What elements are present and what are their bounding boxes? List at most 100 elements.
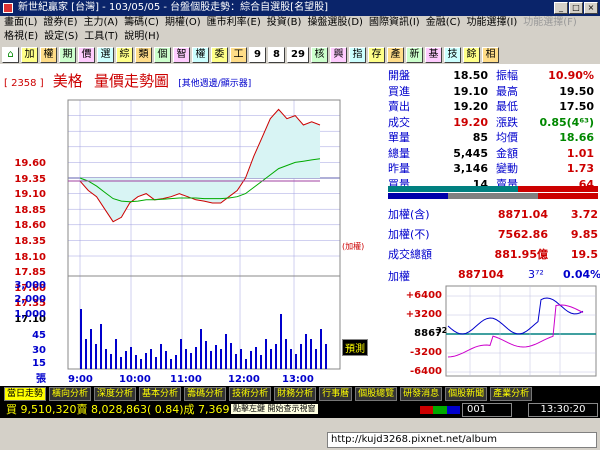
volume-bar [195,347,197,369]
volume-bar [205,341,207,369]
volume-bar [95,344,97,369]
stock-name: 美格 [52,72,83,90]
toolbar-button[interactable]: 指 [349,47,366,63]
title-bar: 新世紀贏家 [台灣] - 103/05/05 - 台盤個股走勢：綜合自選股[名望… [0,0,600,16]
menu-item[interactable]: 功能選擇(I) [467,17,518,28]
volume-bar [320,329,322,369]
toolbar-button[interactable]: 餘 [463,47,480,63]
volume-tick-label: 張 [36,374,46,385]
volume-bar [235,354,237,369]
home-icon[interactable]: ⌂ [2,47,19,63]
toolbar-button[interactable]: 權 [40,47,57,63]
quote-row: 賣出 19.20 最低 17.50 [388,99,598,115]
volume-bar [125,351,127,369]
menu-item[interactable]: 主力(A) [84,17,119,28]
volume-bar [200,329,202,369]
quote-value: 19.20 [453,115,488,129]
quote-value: 1.01 [566,146,594,160]
analysis-tab[interactable]: 個股新聞 [445,387,488,401]
mini-change: 3⁷² [528,268,544,281]
code-input[interactable]: 001 [462,403,512,417]
toolbar-button[interactable]: 興 [330,47,347,63]
sector-link[interactable]: [其他週邊/顯示器] [178,79,251,89]
menu-item[interactable]: 投資(B) [267,17,302,28]
quote-value: 19.20 [453,100,488,113]
analysis-tab[interactable]: 研發消息 [400,387,443,401]
toolbar-button[interactable]: 個 [154,47,171,63]
quote-key: 金額 [496,146,518,160]
toolbar-button[interactable]: 類 [135,47,152,63]
volume-bar [220,349,222,369]
index-row: 加權(含) 8871.04 3.72 [388,205,598,225]
analysis-tab[interactable]: 基本分析 [139,387,182,401]
volume-bar [210,351,212,369]
analysis-tab[interactable]: 個股總覽 [355,387,398,401]
analysis-tab[interactable]: 當日走勢 [4,387,47,401]
toolbar-button[interactable]: 期 [59,47,76,63]
toolbar-button[interactable]: 價 [78,47,95,63]
quote-key: 賣出 [388,100,410,113]
toolbar-button[interactable]: 基 [425,47,442,63]
toolbar-button[interactable]: 權 [192,47,209,63]
quote-key: 總量 [388,146,410,160]
analysis-tab[interactable]: 橫向分析 [49,387,92,401]
menu-item[interactable]: 設定(S) [44,31,78,42]
volume-bar [135,355,137,369]
menu-item[interactable]: 金融(C) [426,17,461,28]
menu-item[interactable]: 期權(O) [165,17,201,28]
analysis-tab[interactable]: 行事曆 [319,387,353,401]
analysis-tab[interactable]: 財務分析 [274,387,317,401]
y-tick-label: 18.10 [14,251,46,263]
menu-row-1: 畫面(L) 證券(E) 主力(A) 籌碼(C) 期權(O) 匯市利率(E) 投資(B) 操盤選… [0,16,600,30]
analysis-tab[interactable]: 技術分析 [229,387,272,401]
maximize-button[interactable]: □ [569,2,583,14]
y-tick-label: 18.60 [14,220,46,232]
quote-key: 成交 [388,115,410,129]
index-change: 19.5 [570,248,598,261]
toolbar-button[interactable]: 核 [311,47,328,63]
toolbar-button[interactable]: 委 [211,47,228,63]
menu-item[interactable]: 說明(H) [124,31,159,42]
close-button[interactable]: × [584,2,598,14]
menu-item[interactable]: 工具(T) [84,31,118,42]
volume-tick-label: 15 [32,358,46,369]
signal-indicator [420,406,460,414]
toolbar-button[interactable]: 工 [230,47,247,63]
window-title: 新世紀贏家 [台灣] - 103/05/05 - 台盤個股走勢：綜合自選股[名望… [18,2,328,13]
volume-tick-label: 30 [32,345,46,356]
mini-marker: 32 [436,326,448,335]
toolbar-button[interactable]: 9 [249,47,266,63]
url-field[interactable]: http://kujd3268.pixnet.net/album [327,432,597,448]
quote-value: 18.66 [559,131,594,144]
minimize-button[interactable]: _ [554,2,568,14]
menu-item[interactable]: 操盤選股(D) [307,17,363,28]
toolbar-button[interactable]: 技 [444,47,461,63]
toolbar-button[interactable]: 選 [97,47,114,63]
y-tick-label: 18.85 [14,204,46,216]
toolbar-button[interactable]: 智 [173,47,190,63]
forecast-button[interactable]: 預測 [342,339,368,356]
toolbar-button[interactable]: 8 [268,47,285,63]
menu-item[interactable]: 證券(E) [43,17,77,28]
toolbar-button[interactable]: 加 [21,47,38,63]
toolbar-button[interactable]: 綜 [116,47,133,63]
mini-frame [445,285,597,377]
menu-item[interactable]: 格視(E) [4,31,38,42]
analysis-tab[interactable]: 產業分析 [490,387,533,401]
menu-item[interactable]: 籌碼(C) [124,17,159,28]
volume-bar [300,344,302,369]
quote-key: 最低 [496,100,518,113]
analysis-tab[interactable]: 籌碼分析 [184,387,227,401]
volume-bar [115,339,117,369]
toolbar-button[interactable]: 存 [368,47,385,63]
toolbar-button[interactable]: 產 [387,47,404,63]
menu-item[interactable]: 匯市利率(E) [207,17,261,28]
volume-bar [310,339,312,369]
volume-bar [240,349,242,369]
analysis-tab[interactable]: 深度分析 [94,387,137,401]
menu-item[interactable]: 國際資訊(I) [369,17,420,28]
toolbar-button[interactable]: 29 [287,47,309,63]
toolbar-button[interactable]: 相 [482,47,499,63]
menu-item[interactable]: 畫面(L) [4,17,37,28]
toolbar-button[interactable]: 新 [406,47,423,63]
